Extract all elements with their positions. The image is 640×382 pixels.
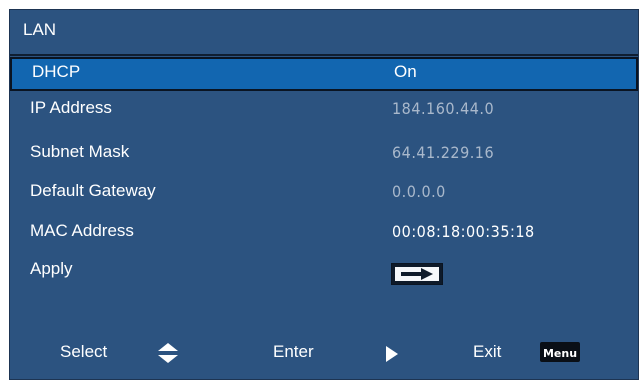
menu-key-label: Menu	[543, 347, 577, 360]
exit-hint-label: Exit	[473, 342, 502, 361]
page-title: LAN	[23, 20, 57, 39]
ip-address-label: IP Address	[30, 98, 112, 117]
subnet-mask-label: Subnet Mask	[30, 142, 130, 161]
title-divider	[10, 54, 638, 56]
menu-key-icon: Menu	[540, 342, 580, 367]
footer-key-hints: Select Enter Exit Menu	[10, 330, 638, 370]
row-default-gateway[interactable]: Default Gateway 0.0.0.0	[10, 176, 638, 210]
play-right-icon	[385, 345, 399, 368]
subnet-mask-value[interactable]: 64.41.229.16	[392, 143, 494, 162]
up-down-arrows-icon	[157, 342, 179, 369]
enter-hint-label: Enter	[273, 342, 314, 361]
ip-address-value[interactable]: 184.160.44.0	[392, 99, 494, 118]
row-apply[interactable]: Apply	[10, 254, 638, 288]
select-hint-label: Select	[60, 342, 108, 361]
mac-address-label: MAC Address	[30, 221, 134, 240]
arrow-right-icon	[395, 267, 439, 281]
lan-osd-panel: LAN DHCP On IP Address 184.160.44.0 Subn…	[9, 9, 639, 380]
dhcp-label: DHCP	[32, 62, 81, 81]
row-dhcp[interactable]: DHCP On	[10, 57, 638, 91]
row-mac-address: MAC Address 00:08:18:00:35:18	[10, 216, 638, 250]
default-gateway-label: Default Gateway	[30, 181, 156, 200]
row-subnet-mask[interactable]: Subnet Mask 64.41.229.16	[10, 137, 638, 171]
apply-label: Apply	[30, 259, 73, 278]
default-gateway-value[interactable]: 0.0.0.0	[392, 182, 446, 201]
apply-button[interactable]	[391, 263, 443, 285]
dhcp-value[interactable]: On	[394, 62, 417, 82]
mac-address-value: 00:08:18:00:35:18	[392, 222, 535, 241]
row-ip-address[interactable]: IP Address 184.160.44.0	[10, 93, 638, 127]
